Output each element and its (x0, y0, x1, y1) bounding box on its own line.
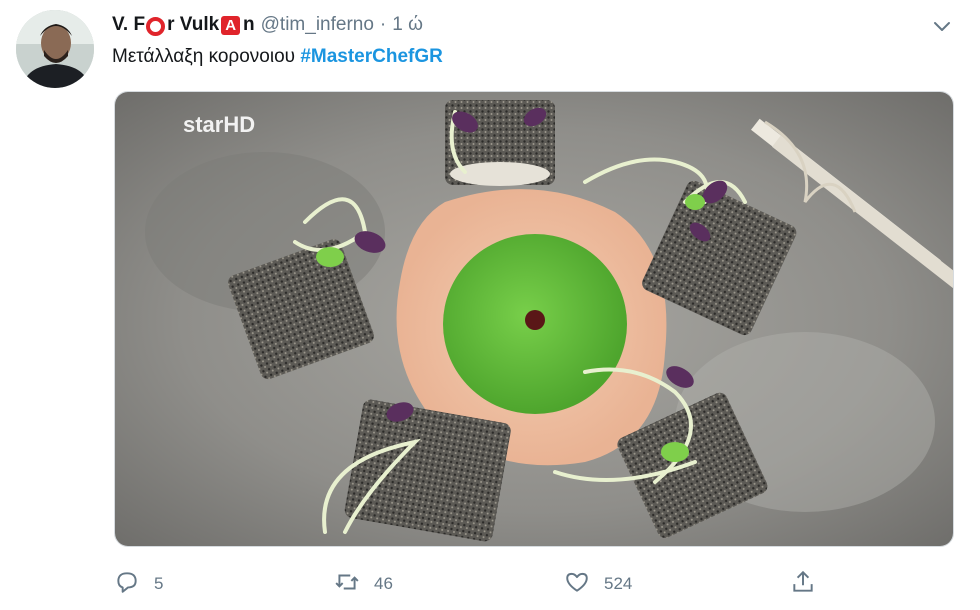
retweet-count: 46 (374, 574, 393, 593)
share-icon (790, 569, 816, 600)
red-ring-icon (146, 16, 166, 36)
user-handle[interactable]: @tim_inferno (261, 14, 374, 36)
like-button[interactable]: 524 (564, 566, 632, 602)
reply-button[interactable]: 5 (114, 566, 163, 602)
like-icon (564, 569, 590, 600)
reply-icon (114, 569, 140, 600)
display-name-part: V. F (112, 14, 146, 35)
retweet-button[interactable]: 46 (334, 566, 393, 602)
hashtag-link[interactable]: #MasterChefGR (300, 46, 443, 67)
display-name-part: r Vulk (167, 14, 220, 35)
like-count: 524 (604, 574, 633, 593)
retweet-icon (334, 569, 360, 600)
watermark-text: starHD (183, 112, 255, 137)
reply-count: 5 (154, 574, 164, 593)
display-name-badge-letter: A (221, 15, 241, 35)
display-name-part: n (243, 14, 255, 35)
separator-dot: · (379, 14, 387, 35)
tweet-header: V. F r Vulk A n @tim_inferno · 1 ώ (112, 13, 423, 37)
share-button[interactable] (790, 566, 816, 602)
caret-down-icon[interactable] (930, 14, 954, 38)
timestamp[interactable]: 1 ώ (392, 14, 423, 36)
display-name[interactable]: V. F r Vulk A n (112, 14, 255, 36)
tweet-text: Μετάλλαξη κορονοιου #MasterChefGR (112, 46, 443, 68)
tweet-body: Μετάλλαξη κορονοιου (112, 46, 296, 67)
avatar[interactable] (16, 10, 94, 88)
tweet-actions: 5 46 524 (0, 566, 980, 602)
tweet-media-image[interactable]: starHD (114, 91, 954, 547)
